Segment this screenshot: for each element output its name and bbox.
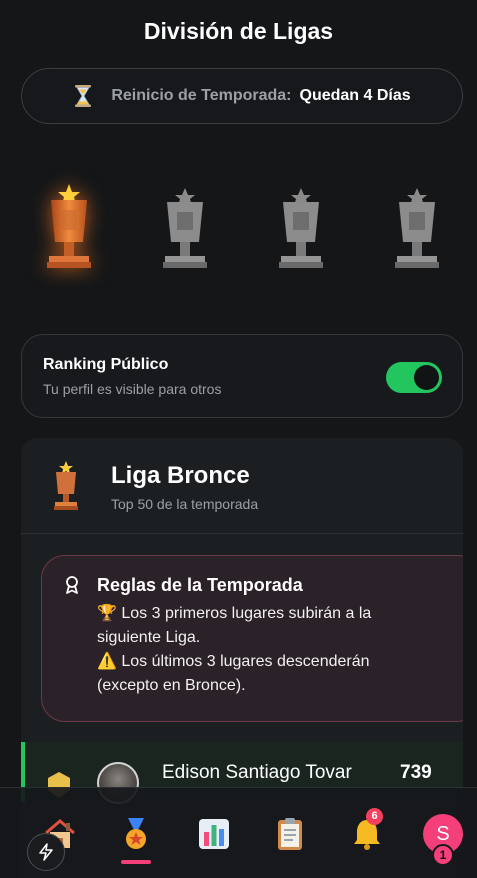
- notification-count-badge: 6: [366, 808, 383, 825]
- league-header: Liga Bronce Top 50 de la temporada: [21, 438, 463, 534]
- public-ranking-subtitle: Tu perfil es visible para otros: [43, 381, 222, 397]
- bronze-trophy-icon: [51, 460, 81, 512]
- public-ranking-card: Ranking Público Tu perfil es visible par…: [21, 334, 463, 418]
- medal-icon[interactable]: [116, 814, 156, 854]
- season-reset-label: Reinicio de Temporada:: [111, 87, 292, 104]
- lightning-icon: [39, 843, 53, 861]
- active-tab-indicator: [121, 860, 151, 864]
- season-rules-card: Reglas de la Temporada 🏆 Los 3 primeros …: [41, 555, 463, 722]
- season-reset-value: Quedan 4 Días: [299, 87, 411, 104]
- rule-relegation: ⚠️ Los últimos 3 lugares descenderán (ex…: [97, 653, 370, 694]
- clipboard-icon[interactable]: [270, 814, 310, 854]
- ribbon-icon: [64, 576, 80, 594]
- league-trophy-row: [0, 180, 477, 280]
- diamond-trophy-icon[interactable]: [387, 180, 447, 275]
- league-name: Liga Bronce: [111, 462, 250, 489]
- player-score: 739: [400, 762, 432, 783]
- quick-action-button[interactable]: [27, 833, 65, 871]
- rules-text: 🏆 Los 3 primeros lugares subirán a la si…: [97, 602, 427, 698]
- rules-title: Reglas de la Temporada: [97, 575, 303, 595]
- league-subtitle: Top 50 de la temporada: [111, 496, 259, 512]
- page-title: División de Ligas: [143, 18, 334, 44]
- silver-trophy-icon[interactable]: [155, 180, 215, 275]
- rule-promotion: 🏆 Los 3 primeros lugares subirán a la si…: [97, 605, 372, 646]
- bronze-trophy-icon[interactable]: [39, 180, 99, 275]
- toggle-knob: [414, 365, 439, 390]
- player-name: Edison Santiago Tovar: [162, 762, 352, 783]
- stats-icon[interactable]: [194, 814, 234, 854]
- hourglass-icon: [73, 84, 93, 108]
- bottom-navigation: 6 S 1: [0, 787, 477, 878]
- public-ranking-toggle[interactable]: [386, 362, 442, 393]
- season-reset-pill: Reinicio de Temporada: Quedan 4 Días: [21, 68, 463, 124]
- profile-count-badge: 1: [432, 844, 454, 866]
- gold-trophy-icon[interactable]: [271, 180, 331, 275]
- public-ranking-title: Ranking Público: [43, 356, 169, 373]
